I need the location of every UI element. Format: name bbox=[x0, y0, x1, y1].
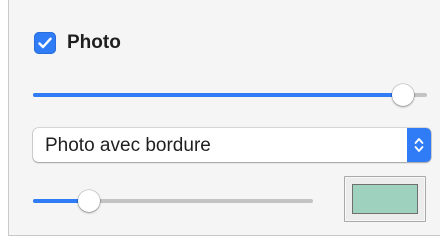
border-width-slider[interactable] bbox=[33, 190, 313, 212]
photo-checkbox[interactable] bbox=[34, 32, 56, 54]
up-down-chevron-icon bbox=[414, 138, 424, 152]
photo-checkbox-label[interactable]: Photo bbox=[67, 32, 121, 54]
slider-thumb[interactable] bbox=[392, 84, 415, 106]
slider-fill bbox=[33, 93, 404, 97]
slider-thumb[interactable] bbox=[78, 190, 100, 212]
photo-checkbox-row[interactable]: Photo bbox=[34, 31, 121, 55]
photo-style-popup[interactable]: Photo avec bordure bbox=[33, 128, 431, 162]
border-color-well[interactable] bbox=[344, 176, 426, 222]
checkmark-icon bbox=[38, 37, 52, 49]
photo-size-slider[interactable] bbox=[33, 84, 427, 106]
color-swatch bbox=[352, 184, 418, 214]
photo-options-panel: Photo Photo avec bordure bbox=[8, 0, 440, 236]
photo-style-selected-value: Photo avec bordure bbox=[45, 135, 211, 156]
popup-arrows[interactable] bbox=[407, 128, 431, 162]
